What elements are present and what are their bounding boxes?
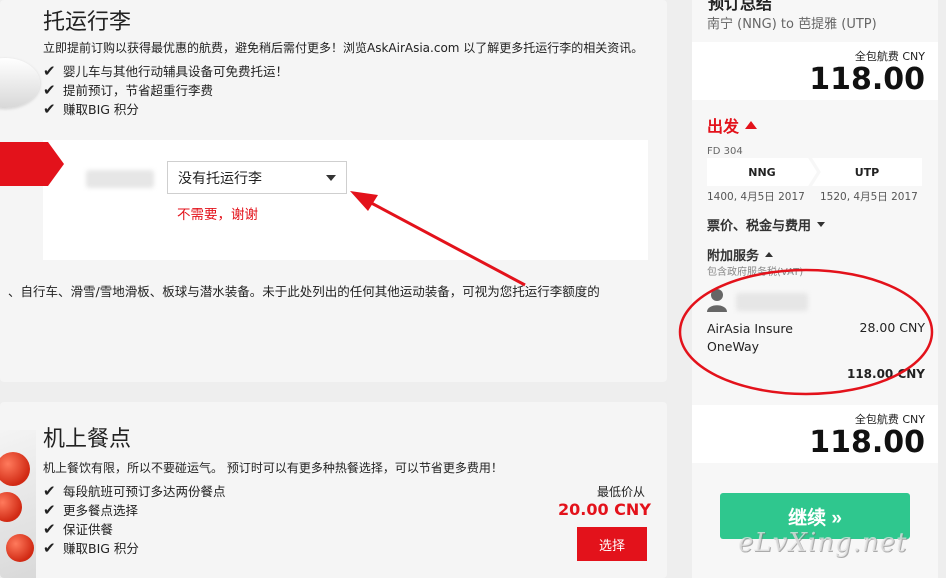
list-item: ✔ 赚取BIG 积分 bbox=[43, 100, 139, 118]
addons-subtotal: 118.00 CNY bbox=[846, 367, 925, 381]
check-icon: ✔ bbox=[43, 482, 56, 500]
destination-code: UTP bbox=[812, 158, 922, 186]
passenger-name-blurred bbox=[736, 293, 808, 311]
check-icon: ✔ bbox=[43, 100, 56, 118]
baggage-panel: 托运行李 立即提前订购以获得最优惠的航费，避免稍后需付更多！浏览AskAirAs… bbox=[0, 0, 667, 382]
meal-title: 机上餐点 bbox=[43, 427, 132, 452]
list-item: ✔ 更多餐点选择 bbox=[43, 501, 139, 519]
min-price: 20.00 CNY bbox=[558, 500, 651, 519]
baggage-description: 立即提前订购以获得最优惠的航费，避免稍后需付更多！浏览AskAirAsia.co… bbox=[43, 41, 644, 55]
sports-equipment-note: 、自行车、滑雪/雪地滑板、板球与潜水装备。未于此处列出的任何其他运动装备，可视为… bbox=[8, 284, 600, 299]
check-icon: ✔ bbox=[43, 501, 56, 519]
check-icon: ✔ bbox=[43, 81, 56, 99]
origin-code: NNG bbox=[707, 158, 817, 186]
chevron-up-icon bbox=[745, 121, 758, 129]
check-icon: ✔ bbox=[43, 520, 56, 538]
list-item: ✔ 婴儿车与其他行动辅具设备可免费托运！ bbox=[43, 62, 289, 80]
summary-title: 预订总结 bbox=[708, 0, 773, 13]
chevron-down-icon bbox=[817, 222, 826, 227]
check-icon: ✔ bbox=[43, 62, 56, 80]
total-fare-box-bottom: 全包航费 CNY 118.00 bbox=[692, 405, 938, 463]
insurance-price: 28.00 CNY bbox=[859, 320, 925, 335]
booking-summary-sidebar: 预订总结 南宁 (NNG) to 芭提雅 (UTP) 全包航费 CNY 118.… bbox=[692, 0, 938, 578]
baggage-image bbox=[0, 58, 40, 108]
meal-benefits: ✔ 每段航班可预订多达两份餐点 ✔ 更多餐点选择 ✔ 保证供餐 ✔ 赚取BIG 积分 bbox=[43, 482, 226, 558]
min-price-label: 最低价从 bbox=[597, 485, 646, 499]
check-icon: ✔ bbox=[43, 539, 56, 557]
flight-number: FD 304 bbox=[707, 146, 743, 157]
total-fare-amount: 118.00 bbox=[809, 425, 925, 460]
list-item: ✔ 每段航班可预订多达两份餐点 bbox=[43, 482, 226, 500]
meal-description: 机上餐饮有限，所以不要碰运气。 预订时可以有更多种热餐选择，可以节省更多费用！ bbox=[43, 461, 503, 475]
addons-toggle[interactable]: 附加服务 bbox=[707, 245, 774, 264]
insurance-name: AirAsia Insure OneWay bbox=[707, 321, 793, 354]
baggage-selection-box bbox=[43, 140, 648, 260]
vat-note: 包含政府服务税(VAT) bbox=[707, 267, 804, 278]
depart-toggle[interactable]: 出发 bbox=[707, 113, 758, 137]
tomato-image bbox=[6, 534, 34, 562]
chevron-down-icon bbox=[326, 174, 336, 181]
total-fare-amount: 118.00 bbox=[809, 62, 925, 97]
list-item: ✔ 提前预订，节省超重行李费 bbox=[43, 81, 214, 99]
meal-select-button[interactable]: 选择 bbox=[577, 527, 647, 561]
departure-time: 1400, 4月5日 2017 bbox=[707, 191, 805, 203]
route-text: 南宁 (NNG) to 芭提雅 (UTP) bbox=[707, 17, 877, 32]
tomato-image bbox=[0, 492, 22, 522]
fare-details-toggle[interactable]: 票价、税金与费用 bbox=[707, 215, 826, 234]
total-fare-box: 全包航费 CNY 118.00 bbox=[692, 42, 938, 100]
baggage-title: 托运行李 bbox=[43, 10, 132, 35]
baggage-benefits: ✔ 婴儿车与其他行动辅具设备可免费托运！ ✔ 提前预订，节省超重行李费 ✔ 赚取BIG… bbox=[43, 62, 288, 119]
passenger-name-blurred bbox=[86, 170, 154, 188]
baggage-hint: 不需要，谢谢 bbox=[177, 207, 258, 223]
list-item: ✔ 保证供餐 bbox=[43, 520, 114, 538]
tomato-image bbox=[0, 452, 30, 486]
watermark: eLvXing.net bbox=[738, 528, 908, 558]
person-icon bbox=[707, 289, 727, 312]
meal-panel: 机上餐点 机上餐饮有限，所以不要碰运气。 预订时可以有更多种热餐选择，可以节省更… bbox=[0, 402, 667, 578]
arrival-time: 1520, 4月5日 2017 bbox=[820, 191, 918, 203]
meal-image bbox=[0, 430, 36, 578]
baggage-select-dropdown[interactable]: 没有托运行李 bbox=[167, 161, 347, 194]
chevron-up-icon bbox=[765, 252, 774, 257]
list-item: ✔ 赚取BIG 积分 bbox=[43, 539, 139, 557]
